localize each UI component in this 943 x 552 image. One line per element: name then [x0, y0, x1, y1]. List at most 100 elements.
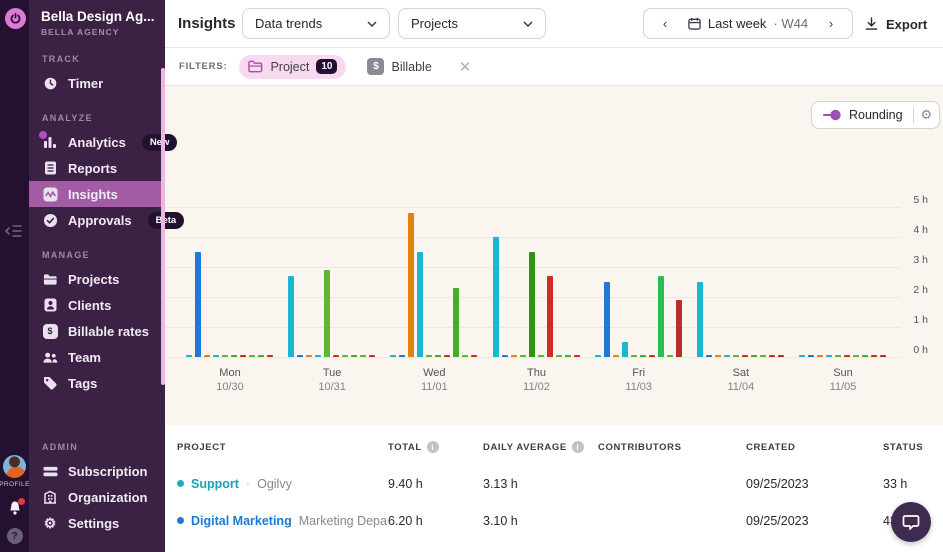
bar-chart[interactable]: 0 h1 h2 h3 h4 h5 hMon10/30Tue10/31Wed11/… — [165, 86, 943, 425]
chat-widget-button[interactable] — [891, 502, 931, 542]
bar-tue-1[interactable] — [297, 355, 303, 357]
bar-sat-6[interactable] — [751, 355, 757, 357]
bar-sun-2[interactable] — [817, 355, 823, 357]
bar-wed-1[interactable] — [399, 355, 405, 357]
bar-mon-2[interactable] — [204, 355, 210, 357]
bar-tue-7[interactable] — [351, 355, 357, 357]
bar-thu-1[interactable] — [502, 355, 508, 357]
billable-filter-chip[interactable]: $ Billable — [358, 55, 440, 79]
sidebar-item-settings[interactable]: ⚙ Settings — [29, 510, 165, 536]
sidebar-item-clients[interactable]: Clients — [29, 292, 165, 318]
sidebar-scroll-indicator[interactable] — [161, 68, 165, 385]
bar-tue-2[interactable] — [306, 355, 312, 357]
bar-sun-3[interactable] — [826, 355, 832, 357]
bar-thu-8[interactable] — [565, 355, 571, 357]
bar-mon-8[interactable] — [258, 355, 264, 357]
bar-sun-6[interactable] — [853, 355, 859, 357]
bar-mon-6[interactable] — [240, 355, 246, 357]
bar-sat-8[interactable] — [769, 355, 775, 357]
bar-wed-2[interactable] — [408, 213, 414, 357]
prev-week-button[interactable]: ‹ — [654, 16, 676, 31]
bar-sat-4[interactable] — [733, 355, 739, 357]
bar-sun-8[interactable] — [871, 355, 877, 357]
bar-fri-2[interactable] — [613, 355, 619, 357]
bar-wed-9[interactable] — [471, 355, 477, 357]
table-row[interactable]: Support · Ogilvy 9.40 h 3.13 h 09/25/202… — [165, 465, 943, 502]
bar-wed-8[interactable] — [462, 355, 468, 357]
bar-wed-4[interactable] — [426, 355, 432, 357]
group-by-select[interactable]: Projects — [398, 8, 546, 39]
sidebar-item-team[interactable]: Team — [29, 344, 165, 370]
info-icon[interactable]: i — [427, 441, 439, 453]
bar-sat-7[interactable] — [760, 355, 766, 357]
export-button[interactable]: Export — [865, 9, 927, 39]
data-trends-select[interactable]: Data trends — [242, 8, 390, 39]
bar-fri-9[interactable] — [676, 300, 682, 357]
bar-mon-5[interactable] — [231, 355, 237, 357]
bar-thu-2[interactable] — [511, 355, 517, 357]
bar-sun-1[interactable] — [808, 355, 814, 357]
sidebar-item-approvals[interactable]: Approvals Beta — [29, 207, 165, 233]
project-name-link[interactable]: Support — [191, 477, 239, 491]
bar-sat-1[interactable] — [706, 355, 712, 357]
sidebar-item-insights[interactable]: Insights — [29, 181, 165, 207]
workspace-switcher[interactable]: Bella Design Ag... BELLA AGENCY — [29, 0, 165, 37]
clear-filters-icon[interactable]: ✕ — [459, 58, 472, 76]
sidebar-item-projects[interactable]: Projects — [29, 266, 165, 292]
bar-sat-9[interactable] — [778, 355, 784, 357]
bar-thu-6[interactable] — [547, 276, 553, 357]
project-filter-chip[interactable]: Project 10 — [239, 55, 346, 79]
sidebar-item-billable-rates[interactable]: $ Billable rates — [29, 318, 165, 344]
bar-tue-6[interactable] — [342, 355, 348, 357]
bar-wed-0[interactable] — [390, 355, 396, 357]
bar-sat-3[interactable] — [724, 355, 730, 357]
bar-tue-9[interactable] — [369, 355, 375, 357]
bar-wed-3[interactable] — [417, 252, 423, 357]
bar-mon-0[interactable] — [186, 355, 192, 357]
bar-fri-5[interactable] — [640, 355, 646, 357]
bar-fri-6[interactable] — [649, 355, 655, 357]
sidebar-item-organization[interactable]: Organization — [29, 484, 165, 510]
bar-tue-4[interactable] — [324, 270, 330, 357]
toggl-logo-icon[interactable] — [5, 8, 26, 29]
sidebar-item-tags[interactable]: Tags — [29, 370, 165, 396]
bar-sun-9[interactable] — [880, 355, 886, 357]
bar-tue-8[interactable] — [360, 355, 366, 357]
bar-wed-7[interactable] — [453, 288, 459, 357]
bar-wed-5[interactable] — [435, 355, 441, 357]
bar-sat-2[interactable] — [715, 355, 721, 357]
bar-fri-3[interactable] — [622, 342, 628, 357]
bar-sun-0[interactable] — [799, 355, 805, 357]
bar-thu-7[interactable] — [556, 355, 562, 357]
table-row[interactable]: Digital Marketing Marketing Departn 6.20… — [165, 502, 943, 539]
project-name-link[interactable]: Digital Marketing — [191, 514, 292, 528]
bar-mon-4[interactable] — [222, 355, 228, 357]
bar-sun-5[interactable] — [844, 355, 850, 357]
bar-mon-1[interactable] — [195, 252, 201, 357]
next-week-button[interactable]: › — [820, 16, 842, 31]
profile-avatar[interactable] — [3, 455, 26, 478]
bar-tue-3[interactable] — [315, 355, 321, 357]
bar-fri-8[interactable] — [667, 355, 673, 357]
bar-thu-4[interactable] — [529, 252, 535, 357]
bar-sat-0[interactable] — [697, 282, 703, 357]
bar-fri-7[interactable] — [658, 276, 664, 357]
bar-mon-9[interactable] — [267, 355, 273, 357]
sidebar-item-timer[interactable]: Timer — [29, 70, 165, 96]
bar-thu-9[interactable] — [574, 355, 580, 357]
bar-tue-0[interactable] — [288, 276, 294, 357]
bar-tue-5[interactable] — [333, 355, 339, 357]
bar-wed-6[interactable] — [444, 355, 450, 357]
bar-fri-0[interactable] — [595, 355, 601, 357]
sidebar-item-reports[interactable]: Reports — [29, 155, 165, 181]
bar-sat-5[interactable] — [742, 355, 748, 357]
bar-thu-0[interactable] — [493, 237, 499, 357]
bar-sun-7[interactable] — [862, 355, 868, 357]
bar-mon-3[interactable] — [213, 355, 219, 357]
notifications-bell-icon[interactable] — [7, 500, 23, 516]
bar-sun-4[interactable] — [835, 355, 841, 357]
bar-mon-7[interactable] — [249, 355, 255, 357]
sidebar-item-analytics[interactable]: Analytics New — [29, 129, 165, 155]
bar-fri-1[interactable] — [604, 282, 610, 357]
collapse-sidebar-icon[interactable] — [4, 222, 24, 240]
